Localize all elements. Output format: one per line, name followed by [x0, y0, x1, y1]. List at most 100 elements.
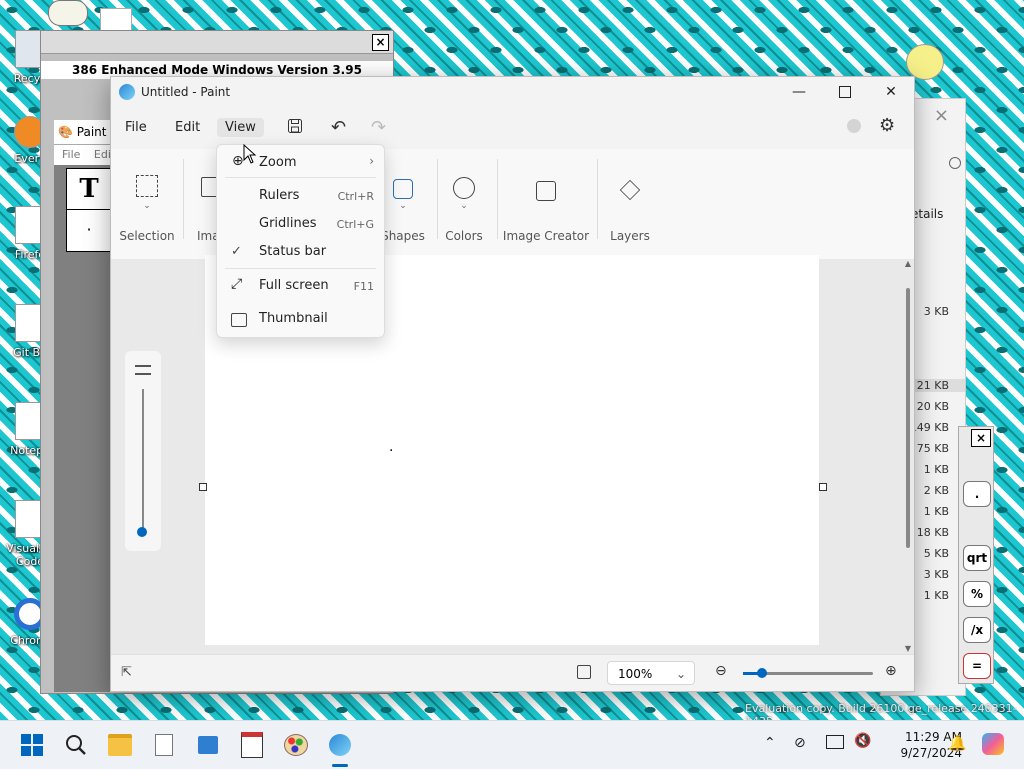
zoom-slider-thumb[interactable] — [757, 668, 767, 678]
zoom-out-icon[interactable]: ⊖ — [715, 663, 727, 679]
thumbnail-icon — [231, 313, 247, 327]
paint-window-title: Untitled - Paint — [141, 85, 231, 99]
old-paint-toolbox: T · — [66, 168, 112, 252]
old-paint-window: 🎨 Paint File Edi T · — [54, 120, 114, 692]
ribbon-divider — [183, 159, 184, 239]
show-hidden-icons-chevron-icon[interactable]: ⌃ — [764, 735, 776, 751]
ribbon-divider — [497, 159, 498, 239]
old-paint-menu-edit[interactable]: Edi — [94, 148, 111, 161]
sheep-icon — [906, 44, 944, 80]
start-button[interactable] — [16, 729, 48, 761]
fit-to-window-icon[interactable] — [577, 665, 591, 679]
chevron-down-icon: ⌄ — [675, 667, 686, 681]
account-icon[interactable] — [847, 119, 861, 133]
menu-item-label: Zoom — [259, 155, 297, 170]
close-button[interactable]: ✕ — [868, 77, 914, 107]
display-icon[interactable] — [826, 735, 844, 749]
view-menu-item-gridlines[interactable]: Gridlines Ctrl+G — [217, 210, 384, 238]
notepad-taskbar-icon[interactable] — [148, 729, 180, 761]
redo-icon[interactable]: ↷ — [371, 117, 386, 138]
calculator-window: × . qrt % /x = — [958, 426, 994, 684]
chevron-down-icon: ⌄ — [460, 201, 468, 211]
view-menu-dropdown: ⊕ Zoom › Rulers Ctrl+R Gridlines Ctrl+G … — [216, 144, 385, 338]
ribbon-divider — [597, 159, 598, 239]
menu-item-shortcut: F11 — [353, 280, 374, 293]
calc-decimal-button[interactable]: . — [963, 481, 991, 507]
document-icon — [155, 734, 173, 756]
speaker-muted-icon[interactable]: 🔇 — [854, 733, 871, 749]
minimize-button[interactable]: — — [776, 77, 822, 107]
calendar-taskbar-icon[interactable] — [236, 729, 268, 761]
search-icon — [66, 735, 86, 755]
text-tool[interactable]: T — [67, 169, 111, 210]
layers-group[interactable]: Layers — [607, 149, 653, 249]
paint-menubar: File Edit View ↶ ↷ ⚙ — [111, 107, 914, 147]
copilot-icon[interactable] — [982, 733, 1004, 755]
calc-percent-button[interactable]: % — [963, 581, 991, 607]
menu-view[interactable]: View — [217, 118, 264, 137]
scroll-up-icon[interactable]: ▲ — [902, 259, 914, 268]
menu-divider — [225, 177, 376, 178]
full-screen-icon: ⤢ — [231, 276, 243, 292]
old-paint-menu-file[interactable]: File — [62, 148, 80, 161]
maximize-button[interactable] — [822, 77, 868, 107]
maximize-icon — [839, 86, 851, 98]
old-paint-title-text: Paint — [76, 125, 107, 139]
calendar-icon — [241, 732, 263, 758]
ribbon-divider — [437, 159, 438, 239]
store-icon — [198, 736, 218, 754]
chevron-right-icon: › — [369, 154, 374, 168]
zoom-in-icon[interactable]: ⊕ — [885, 663, 897, 679]
win31-titlebar — [41, 31, 393, 54]
selection-group[interactable]: ⌄ Selection — [117, 149, 177, 249]
chevron-down-icon: ⌄ — [143, 201, 151, 211]
resize-handle-right[interactable] — [819, 483, 827, 491]
notification-bell-icon[interactable]: 🔔 — [948, 734, 967, 752]
explorer-close-button[interactable]: × — [934, 105, 949, 126]
paint-statusbar: ⇱ 100% ⌄ ⊖ ⊕ — [111, 654, 914, 691]
brush-size-slider[interactable] — [125, 351, 161, 551]
brush-size-track — [142, 389, 144, 531]
store-taskbar-icon[interactable] — [192, 729, 224, 761]
win31-close-button[interactable]: × — [372, 34, 389, 51]
selection-label: Selection — [119, 229, 175, 243]
paint-titlebar: Untitled - Paint — ✕ — [111, 77, 914, 107]
zoom-level-dropdown[interactable]: 100% ⌄ — [607, 661, 695, 685]
calc-sqrt-button[interactable]: qrt — [963, 545, 991, 571]
scrollbar-thumb[interactable] — [906, 288, 910, 548]
search-icon[interactable] — [949, 157, 961, 169]
pencil-tool[interactable]: · — [67, 210, 111, 250]
brush-size-thumb[interactable] — [137, 527, 147, 537]
zoom-level-value: 100% — [618, 667, 653, 681]
file-explorer-taskbar-icon[interactable] — [104, 729, 136, 761]
classic-paint-taskbar-icon[interactable] — [280, 729, 312, 761]
view-menu-item-rulers[interactable]: Rulers Ctrl+R — [217, 182, 384, 210]
network-offline-icon[interactable]: ⊘ — [794, 735, 806, 751]
palette-icon — [453, 177, 475, 199]
layers-label: Layers — [610, 229, 650, 243]
canvas-dot: · — [389, 443, 394, 459]
save-icon[interactable] — [287, 118, 303, 134]
paint-taskbar-icon[interactable] — [324, 729, 356, 767]
colors-label: Colors — [445, 229, 483, 243]
colors-group[interactable]: ⌄ Colors — [441, 149, 487, 249]
view-menu-item-full-screen[interactable]: ⤢ Full screen F11 — [217, 272, 384, 300]
undo-icon[interactable]: ↶ — [331, 117, 346, 138]
image-creator-group[interactable]: Image Creator — [501, 149, 591, 249]
zoom-slider[interactable] — [743, 668, 873, 678]
search-button[interactable] — [60, 729, 92, 761]
resize-handle-left[interactable] — [199, 483, 207, 491]
settings-gear-icon[interactable]: ⚙ — [879, 115, 895, 136]
paint-app-icon — [119, 84, 135, 100]
view-menu-item-thumbnail[interactable]: Thumbnail — [217, 305, 384, 333]
view-menu-item-status-bar[interactable]: ✓ Status bar — [217, 238, 384, 266]
calc-reciprocal-button[interactable]: /x — [963, 617, 991, 643]
details-label[interactable]: etails — [911, 207, 943, 221]
calculator-close-button[interactable]: × — [971, 429, 991, 447]
menu-file[interactable]: File — [117, 118, 155, 137]
vertical-scrollbar[interactable]: ▲ ▼ — [902, 259, 914, 655]
layers-icon — [619, 179, 641, 201]
scroll-down-icon[interactable]: ▼ — [902, 644, 914, 653]
calc-equals-button[interactable]: = — [963, 653, 991, 679]
menu-edit[interactable]: Edit — [167, 118, 208, 137]
